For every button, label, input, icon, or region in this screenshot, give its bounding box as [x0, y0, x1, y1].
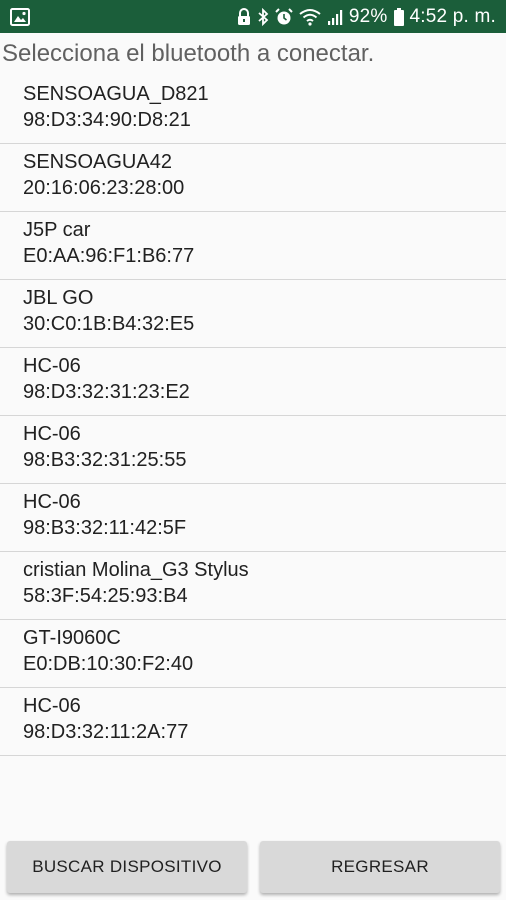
device-name: HC-06 [23, 491, 81, 513]
list-item[interactable]: HC-06 98:D3:32:31:23:E2 [0, 348, 506, 416]
lock-icon [237, 7, 251, 26]
list-item[interactable]: SENSOAGUA_D821 98:D3:34:90:D8:21 [0, 76, 506, 144]
device-name: HC-06 [23, 423, 81, 445]
signal-icon [327, 8, 343, 26]
battery-icon [393, 7, 404, 26]
list-item[interactable]: HC-06 98:B3:32:11:42:5F [0, 484, 506, 552]
device-name: HC-06 [23, 355, 81, 377]
device-list: SENSOAGUA_D821 98:D3:34:90:D8:21 SENSOAG… [0, 76, 506, 756]
device-address: 98:D3:32:11:2A:77 [23, 721, 189, 743]
list-item[interactable]: HC-06 98:D3:32:11:2A:77 [0, 688, 506, 756]
list-item[interactable]: HC-06 98:B3:32:31:25:55 [0, 416, 506, 484]
device-address: 58:3F:54:25:93:B4 [23, 585, 188, 607]
clock: 4:52 p. m. [409, 5, 496, 27]
list-item[interactable]: JBL GO 30:C0:1B:B4:32:E5 [0, 280, 506, 348]
device-address: 98:B3:32:31:25:55 [23, 449, 187, 471]
device-address: 98:D3:32:31:23:E2 [23, 381, 190, 403]
wifi-icon [299, 8, 321, 26]
list-item[interactable]: cristian Molina_G3 Stylus 58:3F:54:25:93… [0, 552, 506, 620]
device-address: 30:C0:1B:B4:32:E5 [23, 313, 195, 335]
device-name: HC-06 [23, 695, 81, 717]
device-name: GT-I9060C [23, 627, 121, 649]
list-item[interactable]: SENSOAGUA42 20:16:06:23:28:00 [0, 144, 506, 212]
search-device-button[interactable]: BUSCAR DISPOSITIVO [7, 841, 247, 893]
alarm-icon [275, 7, 293, 26]
device-address: 20:16:06:23:28:00 [23, 177, 185, 199]
back-button[interactable]: REGRESAR [260, 841, 500, 893]
battery-percentage: 92% [348, 5, 388, 27]
status-bar: 92% 4:52 p. m. [0, 0, 506, 33]
device-name: SENSOAGUA_D821 [23, 83, 209, 105]
device-address: E0:AA:96:F1:B6:77 [23, 245, 195, 267]
list-item[interactable]: GT-I9060C E0:DB:10:30:F2:40 [0, 620, 506, 688]
device-name: J5P car [23, 219, 91, 241]
device-name: cristian Molina_G3 Stylus [23, 559, 249, 581]
page-title: Selecciona el bluetooth a conectar. [2, 40, 375, 67]
list-item[interactable]: J5P car E0:AA:96:F1:B6:77 [0, 212, 506, 280]
device-address: 98:D3:34:90:D8:21 [23, 109, 191, 131]
device-name: SENSOAGUA42 [23, 151, 172, 173]
device-address: 98:B3:32:11:42:5F [23, 517, 187, 539]
image-icon [10, 8, 30, 26]
bluetooth-icon [257, 7, 269, 26]
device-address: E0:DB:10:30:F2:40 [23, 653, 194, 675]
device-name: JBL GO [23, 287, 94, 309]
